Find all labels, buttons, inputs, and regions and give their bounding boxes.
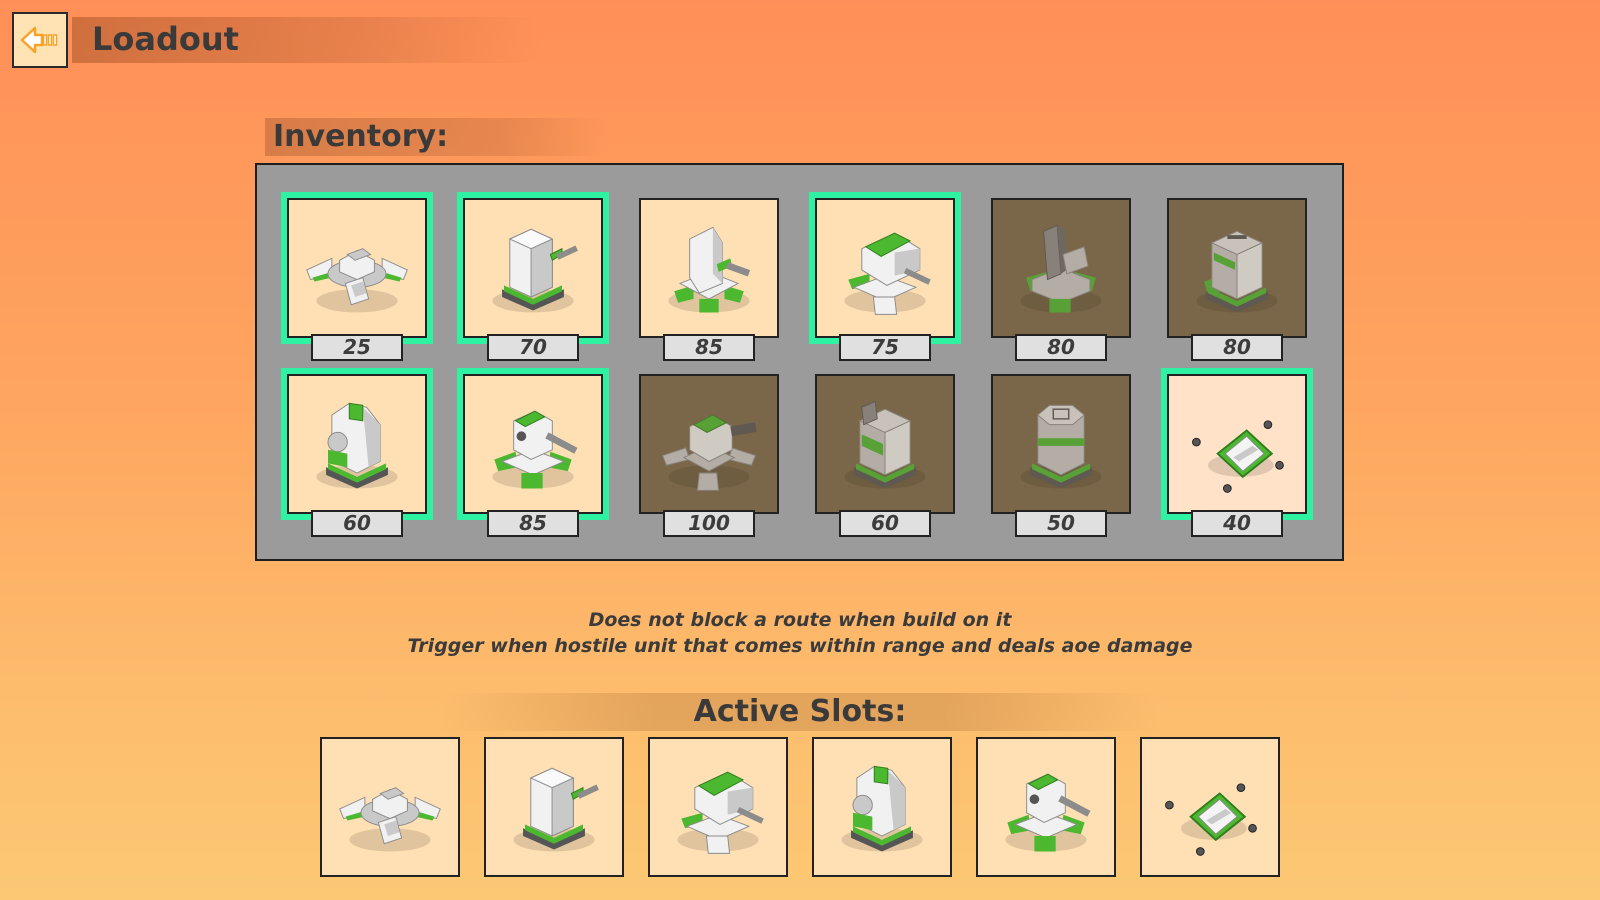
round-cannon-turret-icon [316, 402, 398, 489]
price-label: 85 [487, 510, 579, 537]
price-label: 25 [311, 334, 403, 361]
inventory-tile[interactable] [991, 374, 1131, 514]
landmine-trap-icon [1192, 420, 1284, 493]
inventory-tile[interactable] [815, 374, 955, 514]
inventory-tile[interactable] [281, 368, 433, 520]
active-slot[interactable] [320, 737, 460, 877]
price-label: 70 [487, 334, 579, 361]
inventory-tile[interactable] [1167, 198, 1307, 338]
price-label: 40 [1191, 510, 1283, 537]
heavy-cannon-turret-icon [668, 226, 751, 313]
active-slot[interactable] [976, 737, 1116, 877]
inventory-panel: 25 70 85 75 80 80 60 85 100 60 50 40 [255, 163, 1344, 561]
inventory-item[interactable]: 100 [639, 374, 779, 538]
inventory-tile[interactable] [457, 368, 609, 520]
price-label: 60 [839, 510, 931, 537]
active-slots-heading: Active Slots: [440, 693, 1160, 731]
active-slot[interactable] [1140, 737, 1280, 877]
price-label: 50 [1015, 510, 1107, 537]
inventory-tile[interactable] [457, 192, 609, 344]
landmine-trap-icon [1165, 783, 1257, 856]
cannon-tower-turret-icon [513, 767, 599, 852]
inventory-tile[interactable] [639, 198, 779, 338]
price-label: 75 [839, 334, 931, 361]
flat-blaster-turret-icon [306, 248, 408, 313]
price-label: 85 [663, 334, 755, 361]
inventory-tile[interactable] [639, 374, 779, 514]
inventory-item[interactable]: 80 [991, 198, 1131, 362]
inventory-item[interactable]: 25 [281, 192, 433, 362]
inventory-item[interactable]: 60 [281, 368, 433, 538]
twin-cannon-turret-icon [844, 232, 931, 315]
tall-barrier-turret-icon [1020, 224, 1102, 313]
box-cannon-turret-icon [844, 400, 926, 489]
description-line-2: Trigger when hostile unit that comes wit… [407, 635, 1193, 657]
page-title: Loadout [92, 20, 239, 58]
active-slot[interactable] [484, 737, 624, 877]
inventory-tile[interactable] [1161, 368, 1313, 520]
inventory-heading: Inventory: [265, 118, 605, 156]
inventory-item[interactable]: 50 [991, 374, 1131, 538]
twin-cannon-turret-icon [677, 771, 764, 854]
active-slot[interactable] [648, 737, 788, 877]
price-label: 80 [1015, 334, 1107, 361]
price-label: 80 [1191, 334, 1283, 361]
block-tower-turret-icon [1196, 230, 1278, 313]
round-cannon-turret-icon [841, 765, 923, 852]
sniper-turret-icon [1005, 773, 1091, 852]
inventory-item[interactable]: 40 [1161, 368, 1313, 538]
item-description: Does not block a route when build on it … [300, 607, 1300, 659]
description-line-1: Does not block a route when build on it [588, 609, 1012, 631]
inventory-item[interactable]: 80 [1167, 198, 1307, 362]
back-button[interactable] [12, 12, 68, 68]
octagon-tower-turret-icon [1020, 404, 1102, 489]
flat-blaster-turret-icon [339, 787, 441, 852]
inventory-tile[interactable] [991, 198, 1131, 338]
active-slot[interactable] [812, 737, 952, 877]
back-arrow-icon [20, 26, 58, 54]
spider-cannon-turret-icon [661, 414, 757, 491]
sniper-turret-icon [492, 410, 578, 489]
price-label: 60 [311, 510, 403, 537]
cannon-tower-turret-icon [492, 228, 578, 313]
price-label: 100 [663, 510, 755, 537]
inventory-tile[interactable] [809, 192, 961, 344]
inventory-item[interactable]: 85 [457, 368, 609, 538]
inventory-item[interactable]: 85 [639, 198, 779, 362]
inventory-tile[interactable] [281, 192, 433, 344]
inventory-item[interactable]: 60 [815, 374, 955, 538]
inventory-item[interactable]: 75 [809, 192, 961, 362]
inventory-item[interactable]: 70 [457, 192, 609, 362]
